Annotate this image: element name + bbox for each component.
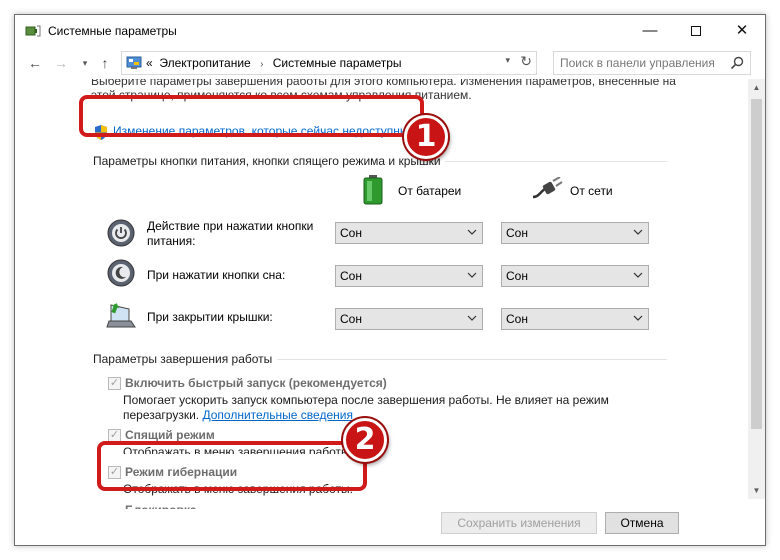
chevron-down-icon — [467, 229, 477, 235]
recent-locations-button[interactable]: ▾ — [75, 53, 95, 73]
control-panel-icon — [126, 56, 142, 69]
cancel-button[interactable]: Отмена — [605, 512, 679, 534]
callout-box-1 — [79, 95, 424, 137]
chevron-down-icon — [467, 315, 477, 321]
sleep-button-ac-select[interactable]: Сон — [501, 265, 649, 287]
scroll-up-icon[interactable]: ▲ — [748, 79, 765, 96]
scrollbar-thumb[interactable] — [751, 99, 762, 429]
power-plug-icon — [532, 177, 563, 199]
select-value: Сон — [340, 226, 362, 240]
callout-badge-1: 1 — [404, 115, 448, 159]
arrow-up-icon: ↑ — [101, 55, 109, 71]
checkmark-icon: ✓ — [109, 377, 120, 389]
group-divider — [277, 359, 667, 360]
callout-box-2 — [97, 441, 367, 491]
chevron-down-icon: ▾ — [82, 58, 88, 68]
power-button-battery-select[interactable]: Сон — [335, 222, 483, 244]
power-button-ac-select[interactable]: Сон — [501, 222, 649, 244]
more-info-link[interactable]: Дополнительные сведения — [202, 408, 352, 422]
search-icon[interactable] — [730, 56, 744, 70]
chevron-down-icon — [467, 272, 477, 278]
window-title: Системные параметры — [48, 24, 177, 38]
arrow-right-icon: → — [54, 55, 68, 71]
minimize-icon: — — [642, 22, 658, 39]
close-button[interactable]: ✕ — [719, 15, 765, 47]
sleep-button-label: При нажатии кнопки сна: — [147, 268, 286, 282]
scroll-down-icon[interactable]: ▼ — [748, 482, 765, 499]
checkmark-icon: ✓ — [109, 429, 120, 441]
lid-close-battery-select[interactable]: Сон — [335, 308, 483, 330]
power-buttons-group-label: Параметры кнопки питания, кнопки спящего… — [93, 154, 441, 168]
breadcrumb-separator: › — [260, 59, 264, 70]
back-button[interactable]: ← — [25, 53, 45, 73]
up-button[interactable]: ↑ — [95, 53, 115, 73]
refresh-icon[interactable]: ↻ — [520, 53, 532, 70]
search-box[interactable]: Поиск в панели управления — [553, 51, 751, 75]
forward-button[interactable]: → — [51, 53, 71, 73]
breadcrumb: « Электропитание › Системные параметры — [146, 56, 402, 70]
battery-icon — [363, 175, 383, 205]
lid-close-ac-select[interactable]: Сон — [501, 308, 649, 330]
breadcrumb-overflow[interactable]: « — [146, 56, 153, 70]
fast-startup-desc-line-1: Помогает ускорить запуск компьютера посл… — [123, 393, 609, 407]
battery-column-header: От батареи — [398, 184, 462, 198]
maximize-button[interactable] — [673, 15, 719, 47]
minimize-button[interactable]: — — [627, 15, 673, 47]
fast-startup-label: Включить быстрый запуск (рекомендуется) — [125, 376, 387, 390]
power-button-label: Действие при нажатии кнопки питания: — [147, 219, 314, 248]
shutdown-group-label: Параметры завершения работы — [93, 352, 273, 366]
select-value: Сон — [340, 269, 362, 283]
navigation-bar: ← → ▾ ↑ « Электропитание › Системные пар… — [15, 47, 765, 79]
chevron-down-icon — [633, 272, 643, 278]
power-options-icon — [25, 25, 41, 37]
fast-startup-desc-line-2: перезагрузки. — [123, 408, 200, 422]
chevron-down-icon — [633, 229, 643, 235]
fast-startup-checkbox[interactable]: ✓ — [108, 377, 121, 390]
search-input[interactable]: Поиск в панели управления — [560, 56, 715, 70]
save-changes-button[interactable]: Сохранить изменения — [441, 512, 597, 534]
close-icon: ✕ — [735, 22, 749, 39]
select-value: Сон — [506, 269, 528, 283]
sleep-button-icon — [107, 259, 135, 287]
title-bar: Системные параметры — ✕ — [15, 15, 765, 47]
breadcrumb-system-settings[interactable]: Системные параметры — [273, 56, 402, 70]
intro-line-1: Выберите параметры завершения работы для… — [91, 79, 676, 88]
select-value: Сон — [506, 226, 528, 240]
callout-badge-2: 2 — [343, 418, 387, 462]
group-divider — [445, 161, 667, 162]
lock-label: Блокировка — [125, 503, 197, 509]
address-bar[interactable]: « Электропитание › Системные параметры ▾… — [121, 51, 537, 75]
sleep-button-battery-select[interactable]: Сон — [335, 265, 483, 287]
laptop-lid-icon — [106, 303, 136, 328]
breadcrumb-power-options[interactable]: Электропитание — [159, 56, 250, 70]
lid-close-label: При закрытии крышки: — [147, 310, 273, 324]
address-dropdown-icon[interactable]: ▾ — [505, 55, 510, 66]
sleep-label: Спящий режим — [125, 428, 215, 442]
chevron-down-icon — [633, 315, 643, 321]
select-value: Сон — [340, 312, 362, 326]
ac-column-header: От сети — [570, 184, 613, 198]
system-settings-window: Системные параметры — ✕ ← → ▾ ↑ « Электр… — [14, 14, 766, 546]
arrow-left-icon: ← — [28, 55, 42, 71]
maximize-icon — [691, 26, 701, 37]
power-button-icon — [107, 219, 135, 247]
select-value: Сон — [506, 312, 528, 326]
fast-startup-description: Помогает ускорить запуск компьютера посл… — [123, 393, 643, 423]
vertical-scrollbar[interactable]: ▲ ▼ — [748, 79, 765, 499]
